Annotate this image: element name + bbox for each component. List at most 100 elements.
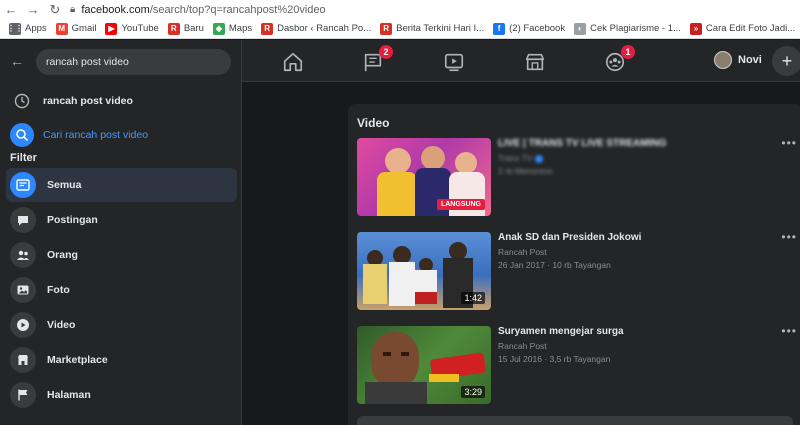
- suggestion-recent[interactable]: rancah post video: [10, 88, 238, 114]
- bookmark-item[interactable]: M Gmail: [55, 22, 97, 35]
- video-title[interactable]: Suryamen mengejar surga: [498, 326, 624, 337]
- groups-flag-icon[interactable]: 2: [362, 45, 393, 73]
- rancah-r-icon: R: [261, 22, 274, 35]
- video-channel: Rancah Post: [498, 247, 547, 257]
- live-badge: LANGSUNG: [436, 199, 485, 210]
- facebook-icon: f: [493, 22, 506, 35]
- bookmark-label: Baru: [183, 23, 204, 34]
- filter-label: Video: [47, 319, 76, 331]
- suggestion-search[interactable]: Cari rancah post video: [10, 122, 238, 148]
- suggestion-label: rancah post video: [43, 95, 133, 107]
- filter-label: Postingan: [47, 214, 98, 226]
- apps-grid-icon: ⋮⋮: [7, 22, 23, 35]
- filter-orang[interactable]: Orang: [6, 238, 237, 272]
- bookmark-label: YouTube: [121, 23, 159, 34]
- marketplace-store-icon[interactable]: [524, 51, 546, 73]
- bookmark-item[interactable]: ▶ YouTube: [105, 22, 159, 35]
- video-channel: Rancah Post: [498, 341, 547, 351]
- reload-icon[interactable]: ↻: [44, 0, 66, 19]
- groups-badge: 2: [379, 45, 393, 59]
- bookmark-label: Maps: [228, 23, 253, 34]
- video-meta: 26 Jan 2017 · 10 rb Tayangan: [498, 260, 611, 270]
- video-title[interactable]: Anak SD dan Presiden Jokowi: [498, 232, 641, 243]
- video-duration: 3:29: [461, 386, 485, 398]
- filter-label: Foto: [47, 284, 70, 296]
- filter-semua[interactable]: Semua: [6, 168, 237, 202]
- photo-icon: [10, 277, 36, 303]
- bookmark-label: (2) Facebook: [509, 23, 566, 34]
- filter-postingan[interactable]: Postingan: [6, 203, 237, 237]
- bookmark-label: Dasbor ‹ Rancah Po...: [277, 23, 372, 34]
- watch-icon[interactable]: [443, 51, 465, 73]
- create-plus-button[interactable]: +: [772, 46, 800, 76]
- search-input[interactable]: [36, 49, 231, 75]
- profile-name: Novi: [738, 54, 762, 66]
- video-duration: 1:42: [461, 292, 485, 304]
- youtube-icon: ▶: [105, 22, 118, 35]
- filter-marketplace[interactable]: Marketplace: [6, 343, 237, 377]
- posts-icon: [10, 207, 36, 233]
- chevron-brand-icon: »: [689, 22, 702, 35]
- browser-address-bar: ← → ↻ 🔒︎ facebook.com/search/top?q=ranca…: [0, 0, 800, 19]
- video-title[interactable]: LIVE | TRANS TV LIVE STREAMING: [498, 138, 666, 149]
- see-all-button[interactable]: [357, 416, 793, 425]
- filter-label: Halaman: [47, 389, 91, 401]
- filter-video[interactable]: Video: [6, 308, 237, 342]
- bookmark-label: Cek Plagiarisme - 1...: [590, 23, 681, 34]
- suggestion-label: Cari rancah post video: [43, 129, 149, 141]
- filter-halaman[interactable]: Halaman: [6, 378, 237, 412]
- video-result[interactable]: LANGSUNG LIVE | TRANS TV LIVE STREAMING …: [357, 136, 797, 218]
- bookmark-label: Apps: [25, 23, 47, 34]
- lock-icon: 🔒︎: [70, 4, 76, 15]
- video-result[interactable]: 1:42 Anak SD dan Presiden Jokowi Rancah …: [357, 230, 797, 312]
- gmail-icon: M: [55, 22, 68, 35]
- video-channel: Trans TV: [498, 153, 544, 163]
- filter-foto[interactable]: Foto: [6, 273, 237, 307]
- more-options-icon[interactable]: •••: [781, 230, 797, 244]
- rancah-r-icon: R: [380, 22, 393, 35]
- friends-badge: 1: [621, 45, 635, 59]
- search-icon: [10, 123, 34, 147]
- url-host: facebook.com: [81, 3, 150, 16]
- bookmark-item[interactable]: ⋮⋮ Apps: [7, 22, 47, 35]
- forward-arrow-icon[interactable]: →: [22, 0, 44, 19]
- video-meta: 2 rb Menonton: [498, 166, 553, 176]
- bookmark-item[interactable]: f (2) Facebook: [493, 22, 566, 35]
- search-panel: ← rancah post video Cari rancah post vid…: [0, 40, 242, 425]
- pages-icon: [10, 382, 36, 408]
- bookmark-item[interactable]: R Dasbor ‹ Rancah Po...: [261, 22, 372, 35]
- back-arrow-icon[interactable]: ←: [0, 0, 22, 19]
- filter-label: Semua: [47, 179, 82, 191]
- bookmark-item[interactable]: R Baru: [167, 22, 204, 35]
- clock-icon: [10, 89, 34, 113]
- bookmark-label: Berita Terkini Hari I...: [396, 23, 485, 34]
- url-path: /search/top?q=rancahpost%20video: [149, 3, 326, 16]
- filter-label: Orang: [47, 249, 78, 261]
- home-icon[interactable]: [282, 51, 304, 73]
- bookmark-item[interactable]: ◆ Maps: [212, 22, 253, 35]
- more-options-icon[interactable]: •••: [781, 324, 797, 338]
- all-icon: [10, 172, 36, 198]
- video-results-card: Video LANGSUNG LIVE | TRANS TV LIVE STRE…: [348, 104, 800, 425]
- profile-link[interactable]: Novi: [714, 51, 762, 69]
- avatar: [714, 51, 732, 69]
- people-icon: [10, 242, 36, 268]
- video-result[interactable]: 3:29 Suryamen mengejar surga Rancah Post…: [357, 324, 797, 406]
- rancah-r-icon: R: [167, 22, 180, 35]
- video-meta: 15 Jul 2016 · 3,5 rb Tayangan: [498, 354, 611, 364]
- bookmark-item[interactable]: R Berita Terkini Hari I...: [380, 22, 485, 35]
- marketplace-icon: [10, 347, 36, 373]
- video-thumbnail[interactable]: 3:29: [357, 326, 491, 404]
- video-thumbnail[interactable]: LANGSUNG: [357, 138, 491, 216]
- more-options-icon[interactable]: •••: [781, 136, 797, 150]
- back-arrow-icon[interactable]: ←: [8, 52, 26, 70]
- plagiarism-icon: ◐: [574, 22, 587, 35]
- url-field[interactable]: 🔒︎ facebook.com/search/top?q=rancahpost%…: [70, 0, 326, 19]
- video-icon: [10, 312, 36, 338]
- filter-heading: Filter: [10, 152, 37, 164]
- bookmark-label: Gmail: [71, 23, 97, 34]
- friends-icon[interactable]: 1: [604, 45, 635, 73]
- bookmark-item[interactable]: ◐ Cek Plagiarisme - 1...: [574, 22, 681, 35]
- bookmark-item[interactable]: » Cara Edit Foto Jadi...: [689, 22, 795, 35]
- video-thumbnail[interactable]: 1:42: [357, 232, 491, 310]
